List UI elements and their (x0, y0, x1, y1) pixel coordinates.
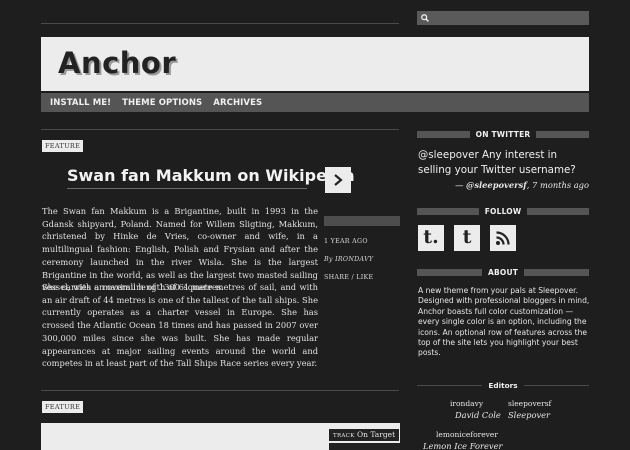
search-icon (421, 14, 429, 22)
editor-username[interactable]: lemoniceforever (436, 430, 498, 439)
post-divider (41, 129, 399, 130)
rss-icon[interactable] (490, 225, 516, 251)
tweet-handle[interactable]: @sleepoversf (466, 180, 527, 190)
nav-item-archives[interactable]: ARCHIVES (213, 98, 262, 108)
track-name: On Target (357, 430, 396, 439)
post-divider (41, 390, 399, 391)
main-nav: INSTALL ME! THEME OPTIONS ARCHIVES (41, 93, 589, 112)
editor-name[interactable]: David Cole (455, 410, 501, 420)
search-box[interactable] (417, 11, 589, 25)
track-subtitle-bar (329, 443, 400, 450)
feature-tag: FEATURE (42, 401, 84, 413)
follow-heading: FOLLOW (417, 206, 590, 216)
feature-tag: FEATURE (42, 140, 84, 152)
track-prefix: TRACK (333, 433, 355, 439)
top-divider (41, 23, 399, 24)
twitter-heading: ON TWITTER (417, 129, 589, 139)
editors-heading: Editors (417, 381, 589, 390)
about-text: A new theme from your pals at Sleepover.… (418, 286, 590, 358)
post-link-button[interactable] (325, 167, 351, 193)
tweet-text[interactable]: @sleepover Any interest in selling your … (418, 148, 592, 178)
post-time[interactable]: 1 YEAR AGO (324, 238, 368, 245)
editor-username[interactable]: sleepoversf (508, 399, 551, 408)
site-header: Anchor (41, 37, 589, 91)
post-title[interactable]: Swan fan Makkum on Wikipedia (67, 166, 355, 185)
nav-item-install[interactable]: INSTALL ME! (50, 98, 111, 108)
tweet-byline: — @sleepoversf, 7 months ago (455, 180, 589, 190)
tweet-time: , 7 months ago (526, 180, 589, 190)
post-author[interactable]: By IRONDAVY (324, 256, 373, 263)
track-title[interactable]: TRACK On Target (329, 429, 400, 441)
title-underline (67, 188, 307, 189)
meta-bar (324, 216, 400, 226)
tumblr-icon[interactable]: t (454, 225, 480, 251)
nav-item-theme-options[interactable]: THEME OPTIONS (122, 98, 202, 108)
post-paragraph: She carries a maximum of 1300 square met… (42, 282, 318, 369)
share-like-link[interactable]: SHARE / LIKE (324, 274, 373, 281)
site-logo[interactable]: Anchor (58, 46, 176, 80)
editor-name[interactable]: Lemon Ice Forever (423, 441, 502, 450)
tumblr-icon[interactable]: t. (418, 225, 444, 251)
chevron-right-icon (334, 174, 343, 186)
editor-name[interactable]: Sleepover (508, 410, 550, 420)
about-heading: ABOUT (417, 267, 590, 277)
editor-username[interactable]: irondavy (450, 399, 483, 408)
